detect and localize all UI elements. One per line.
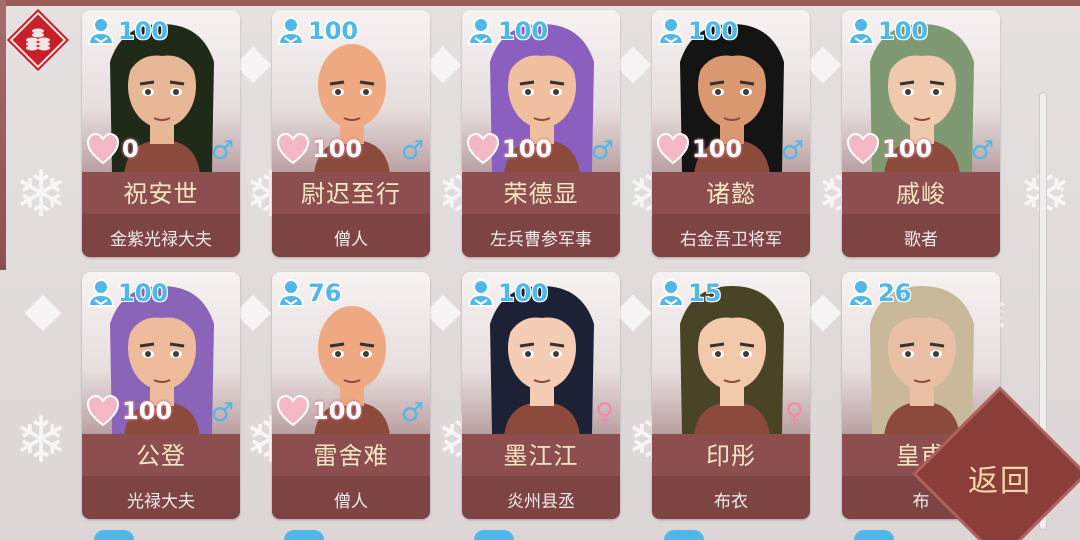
- affection-value: 100: [882, 135, 933, 163]
- gender-icon: ♂: [970, 136, 994, 166]
- stat-top: 100: [86, 14, 168, 48]
- heart-icon: [656, 133, 690, 165]
- stat-top-value: 100: [878, 17, 929, 45]
- heart-icon: [86, 133, 120, 165]
- character-name: 印彤: [706, 442, 756, 470]
- affection-stat: 100: [86, 394, 172, 428]
- gender-icon: ♂: [590, 136, 614, 166]
- stat-top-value: 100: [498, 17, 549, 45]
- heart-icon: [846, 133, 880, 165]
- character-name: 雷舍难: [313, 442, 389, 470]
- stat-top-value: 100: [498, 279, 549, 307]
- stat-top-value: 15: [688, 279, 722, 307]
- character-role: 歌者: [904, 230, 938, 250]
- heart-icon: [86, 395, 120, 427]
- person-icon: [277, 17, 305, 45]
- stat-top: 100: [846, 14, 928, 48]
- person-icon: [847, 279, 875, 307]
- stat-top: 76: [276, 276, 341, 310]
- left-panel-edge: [0, 0, 6, 270]
- character-card[interactable]: 100 100 ♂ 公登光禄大夫: [82, 272, 240, 519]
- character-name: 公登: [136, 442, 186, 470]
- affection-stat: 100: [846, 132, 932, 166]
- character-name: 墨江江: [503, 442, 579, 470]
- heart-icon: [276, 133, 310, 165]
- character-role: 光禄大夫: [127, 492, 195, 512]
- affection-stat: 100: [656, 132, 742, 166]
- character-name: 戚峻: [896, 180, 946, 208]
- person-icon: [467, 17, 495, 45]
- stat-top: 100: [86, 276, 168, 310]
- heart-icon: [466, 133, 500, 165]
- gender-icon: ♂: [210, 136, 234, 166]
- character-name: 荣德显: [503, 180, 579, 208]
- stat-top-value: 100: [308, 17, 359, 45]
- stat-top: 100: [466, 276, 548, 310]
- stat-top-value: 100: [688, 17, 739, 45]
- character-name: 诸懿: [706, 180, 756, 208]
- coin-stack-icon[interactable]: [9, 11, 67, 69]
- stat-top: 100: [466, 14, 548, 48]
- affection-stat: 100: [276, 394, 362, 428]
- person-icon: [87, 279, 115, 307]
- stat-top: 15: [656, 276, 721, 310]
- character-role: 布衣: [714, 492, 748, 512]
- stat-top-value: 76: [308, 279, 342, 307]
- affection-value: 100: [122, 397, 173, 425]
- character-card[interactable]: 100 ♀ 墨江江炎州县丞: [462, 272, 620, 519]
- gender-icon: ♀: [594, 398, 614, 428]
- character-role: 炎州县丞: [507, 492, 575, 512]
- stat-top: 26: [846, 276, 911, 310]
- character-card[interactable]: 100 100 ♂ 尉迟至行僧人: [272, 10, 430, 257]
- affection-value: 100: [312, 397, 363, 425]
- affection-value: 100: [312, 135, 363, 163]
- stat-top-value: 100: [118, 279, 169, 307]
- affection-stat: 100: [466, 132, 552, 166]
- character-card[interactable]: 100 100 ♂ 戚峻歌者: [842, 10, 1000, 257]
- affection-stat: 0: [86, 132, 139, 166]
- stat-top: 100: [656, 14, 738, 48]
- affection-stat: 100: [276, 132, 362, 166]
- gender-icon: ♂: [400, 136, 424, 166]
- character-card[interactable]: 15 ♀ 印彤布衣: [652, 272, 810, 519]
- character-role: 右金吾卫将军: [680, 230, 782, 250]
- person-icon: [467, 279, 495, 307]
- stat-top-value: 26: [878, 279, 912, 307]
- character-role: 金紫光禄大夫: [110, 230, 212, 250]
- top-panel-edge: [0, 0, 1080, 6]
- return-button[interactable]: 返回: [912, 386, 1080, 540]
- character-role: 僧人: [334, 492, 368, 512]
- stat-top: 100: [276, 14, 358, 48]
- stat-top-value: 100: [118, 17, 169, 45]
- character-name: 尉迟至行: [301, 180, 401, 208]
- person-icon: [87, 17, 115, 45]
- gender-icon: ♀: [784, 398, 804, 428]
- person-icon: [277, 279, 305, 307]
- character-role: 僧人: [334, 230, 368, 250]
- heart-icon: [276, 395, 310, 427]
- person-icon: [657, 17, 685, 45]
- character-card[interactable]: 76 100 ♂ 雷舍难僧人: [272, 272, 430, 519]
- character-card[interactable]: 100 0 ♂ 祝安世金紫光禄大夫: [82, 10, 240, 257]
- affection-value: 100: [692, 135, 743, 163]
- person-icon: [657, 279, 685, 307]
- gender-icon: ♂: [400, 398, 424, 428]
- affection-value: 100: [502, 135, 553, 163]
- affection-value: 0: [122, 135, 139, 163]
- character-card[interactable]: 100 100 ♂ 荣德显左兵曹参军事: [462, 10, 620, 257]
- character-name: 祝安世: [123, 180, 199, 208]
- return-button-label: 返回: [968, 464, 1032, 499]
- gender-icon: ♂: [210, 398, 234, 428]
- character-card[interactable]: 100 100 ♂ 诸懿右金吾卫将军: [652, 10, 810, 257]
- character-role: 左兵曹参军事: [490, 230, 592, 250]
- gender-icon: ♂: [780, 136, 804, 166]
- person-icon: [847, 17, 875, 45]
